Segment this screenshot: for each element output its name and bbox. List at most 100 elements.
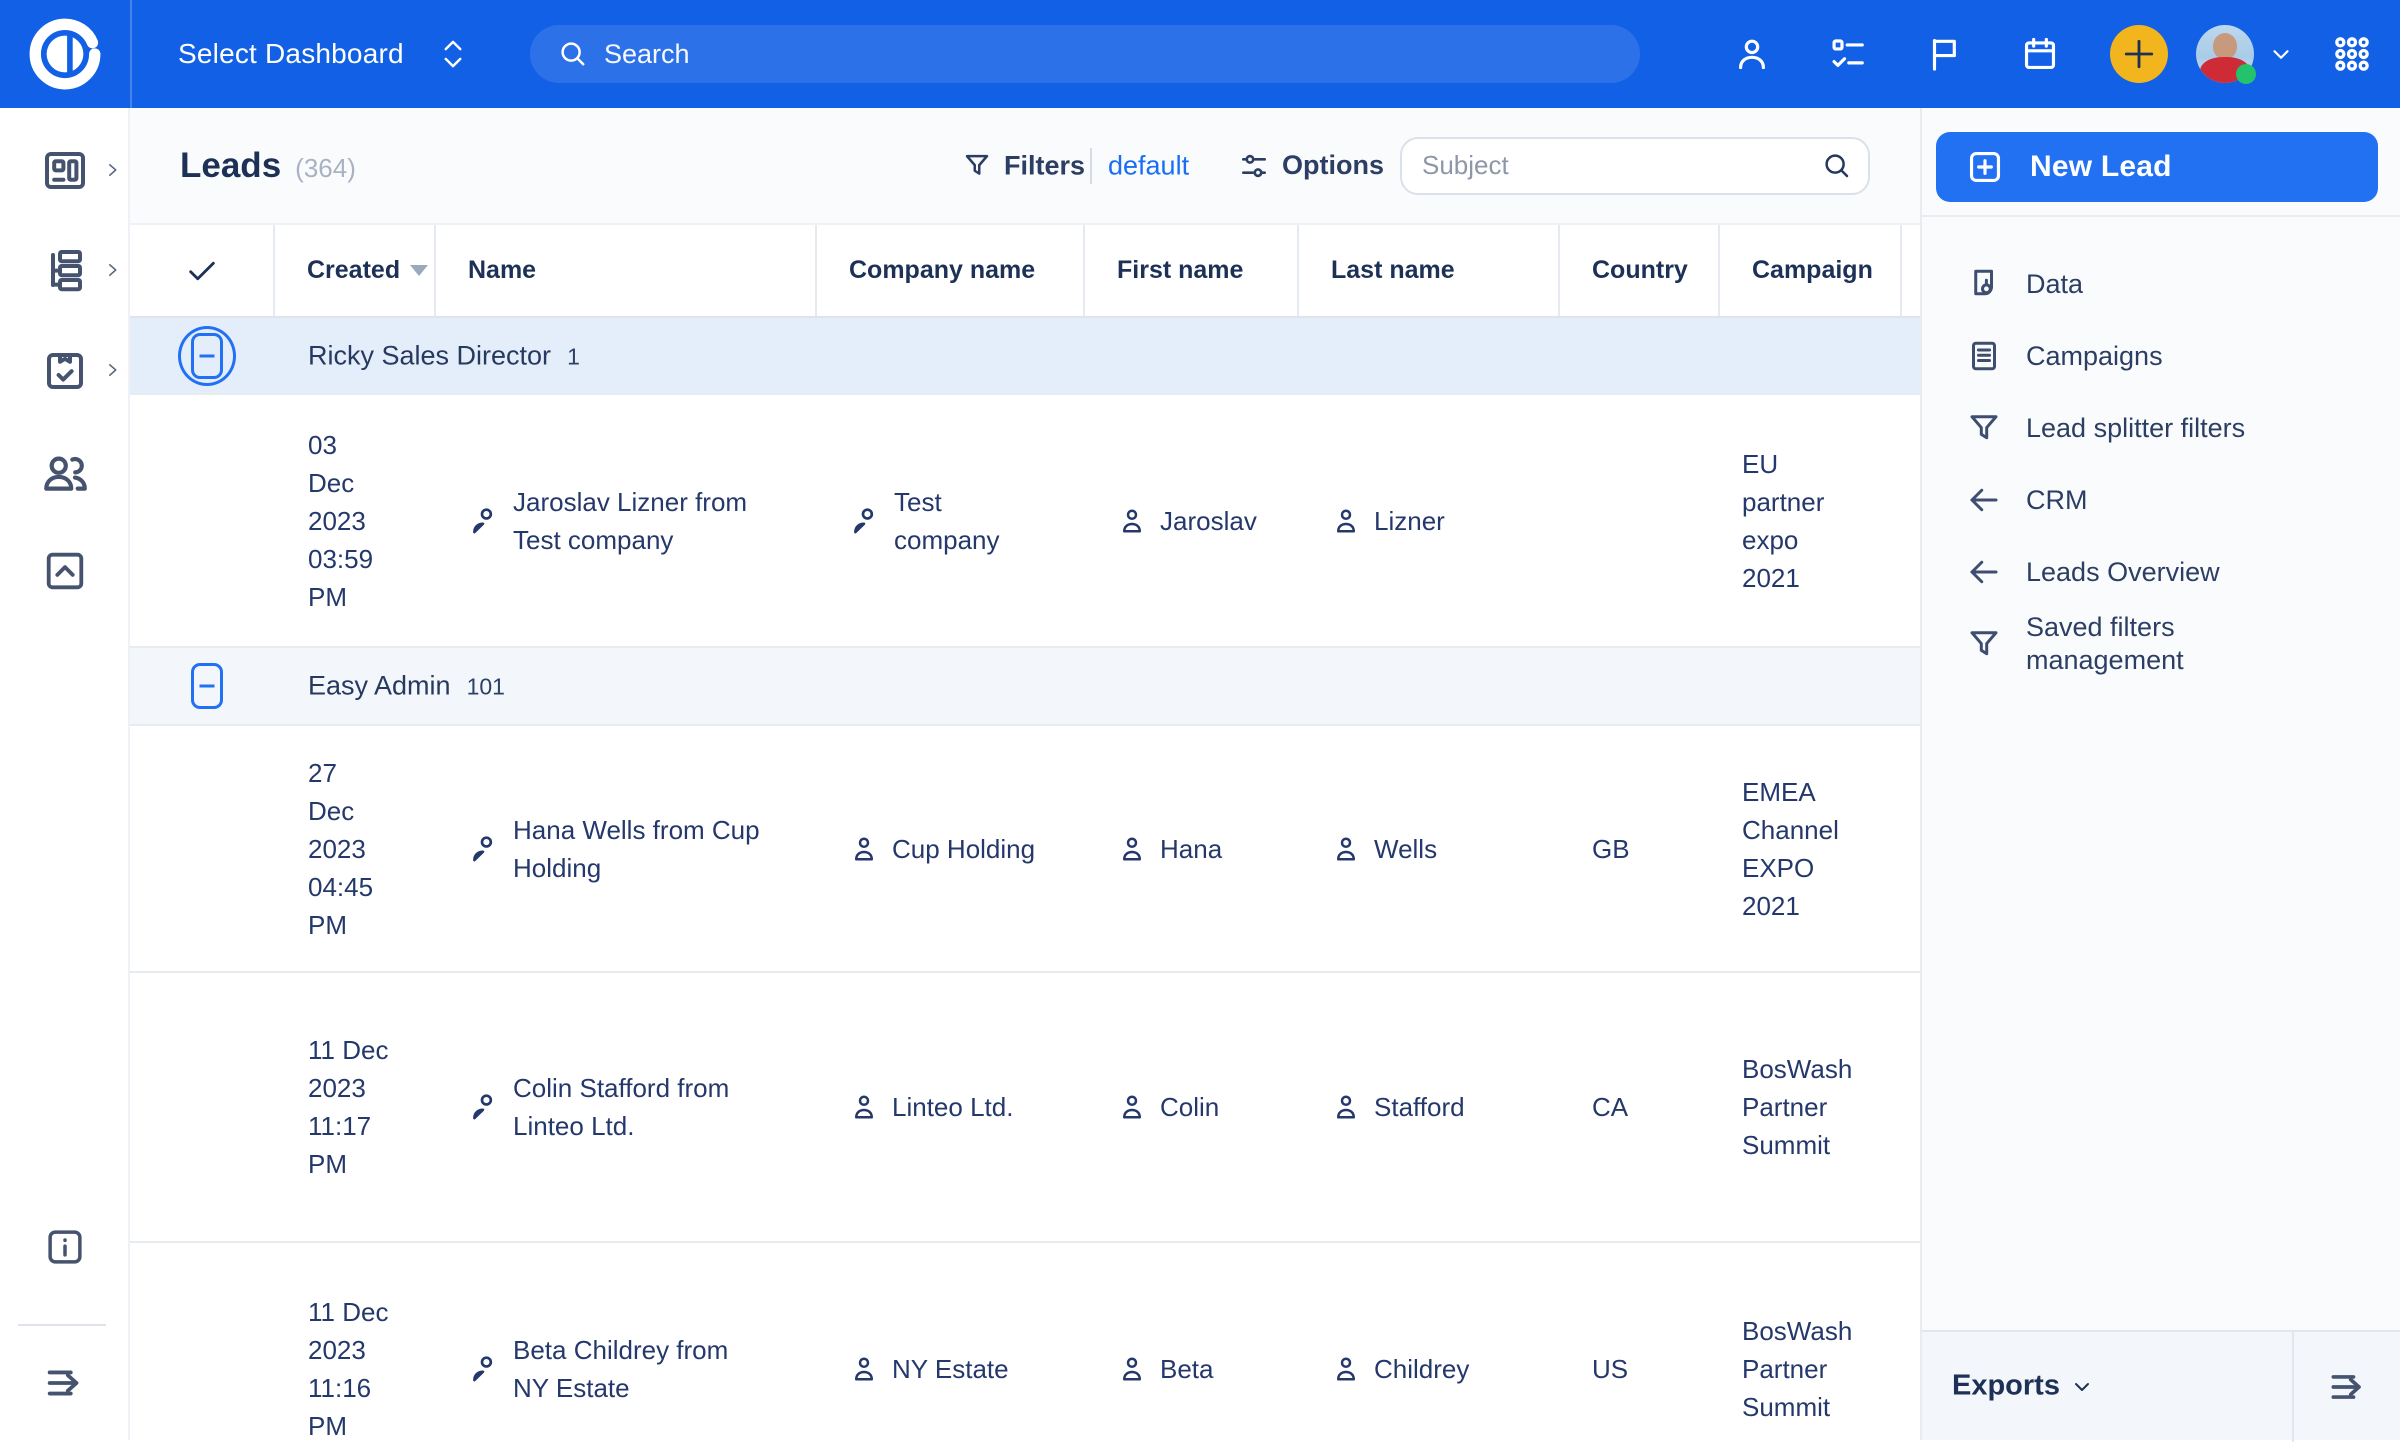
panel-divider [1922,215,2400,217]
campaign-cell: EU partner expo 2021 [1720,395,1902,646]
column-header-created[interactable]: Created [275,225,436,316]
info-icon [44,1226,86,1268]
row-select-cell[interactable] [130,395,275,646]
apps-grid-icon[interactable] [2304,0,2400,108]
table-header: Created Name Company name First name Las… [130,225,1920,318]
last-name-cell[interactable]: Stafford [1299,973,1560,1241]
company-cell[interactable]: Test company [817,395,1085,646]
person-icon [1117,834,1147,864]
chevron-down-icon [2070,1374,2094,1398]
expand-sidebar-button[interactable] [0,1360,130,1406]
filters-button[interactable]: Filters [962,150,1085,181]
menu-item-saved-filters-management[interactable]: Saved filters management [1922,608,2400,680]
subject-input[interactable] [1422,150,1822,181]
menu-item-data[interactable]: Data [1922,248,2400,320]
first-name-cell[interactable]: Jaroslav [1085,395,1299,646]
menu-item-campaigns[interactable]: Campaigns [1922,320,2400,392]
chevron-down-icon[interactable] [2268,41,2294,67]
table-row[interactable]: 27 Dec 2023 04:45 PM Hana Wells from Cup… [130,726,1920,973]
column-header-campaign[interactable]: Campaign [1720,225,1902,316]
group-row[interactable]: Easy Admin 101 [130,648,1920,726]
filters-label: Filters [1004,150,1085,181]
global-search[interactable] [530,25,1640,83]
active-filter-link[interactable]: default [1108,150,1189,181]
search-input[interactable] [604,39,1626,70]
subject-search[interactable] [1400,137,1870,195]
exports-button[interactable]: Exports [1952,1370,2094,1403]
campaign-cell: BosWash Partner Summit [1720,973,1902,1241]
group-row[interactable]: Ricky Sales Director 1 [130,318,1920,395]
person-icon [1117,1092,1147,1122]
table-row[interactable]: 11 Dec 2023 11:17 PM Colin Stafford from… [130,973,1920,1243]
minus-icon [191,333,223,379]
company-cell[interactable]: NY Estate [817,1243,1085,1440]
group-count: 101 [467,674,505,701]
select-all-header[interactable] [130,225,275,316]
plus-square-icon [1966,148,2004,186]
last-name-cell[interactable]: Childrey [1299,1243,1560,1440]
column-header-last-name[interactable]: Last name [1299,225,1560,316]
options-button[interactable]: Options [1238,150,1384,182]
calendar-icon[interactable] [1992,0,2088,108]
topbar-divider [130,0,132,108]
chevron-updown-icon [438,37,468,71]
new-lead-button[interactable]: New Lead [1936,132,2378,202]
search-icon [1822,151,1852,181]
company-cell[interactable]: Linteo Ltd. [817,973,1085,1241]
collapse-panel-button[interactable] [2294,1332,2400,1442]
last-name-cell[interactable]: Wells [1299,726,1560,971]
sliders-icon [1238,150,1270,182]
sidebar-item-dashboards[interactable] [0,146,130,194]
sidebar-item-projects[interactable] [0,246,130,294]
collapse-group-button[interactable] [178,326,236,386]
lead-person-icon [468,1353,500,1385]
online-status-dot [2236,64,2256,84]
name-cell[interactable]: Beta Childrey from NY Estate [436,1243,817,1440]
funnel-icon [1966,626,2002,662]
name-cell[interactable]: Hana Wells from Cup Holding [436,726,817,971]
row-select-cell[interactable] [130,726,275,971]
campaign-cell: BosWash Partner Summit [1720,1243,1902,1440]
data-icon [1966,266,2002,302]
row-select-cell[interactable] [130,1243,275,1440]
checklist-icon[interactable] [1800,0,1896,108]
name-cell[interactable]: Jaroslav Lizner from Test company [436,395,817,646]
user-avatar[interactable] [2196,25,2254,83]
app-logo[interactable] [0,0,130,108]
person-icon [1117,1354,1147,1384]
expand-rail-icon [42,1360,88,1406]
first-name-cell[interactable]: Beta [1085,1243,1299,1440]
name-cell[interactable]: Colin Stafford from Linteo Ltd. [436,973,817,1241]
table-row[interactable]: 11 Dec 2023 11:16 PM Beta Childrey from … [130,1243,1920,1440]
sidebar-item-users[interactable] [0,448,130,498]
row-select-cell[interactable] [130,973,275,1241]
column-header-first-name[interactable]: First name [1085,225,1299,316]
person-icon [1331,506,1361,536]
column-header-name[interactable]: Name [436,225,817,316]
first-name-cell[interactable]: Colin [1085,973,1299,1241]
table-row[interactable]: 03 Dec 2023 03:59 PM Jaroslav Lizner fro… [130,395,1920,648]
tree-icon [41,246,89,294]
first-name-cell[interactable]: Hana [1085,726,1299,971]
flag-icon[interactable] [1896,0,1992,108]
sidebar-item-tasks[interactable] [0,346,130,394]
menu-item-leads-overview[interactable]: Leads Overview [1922,536,2400,608]
menu-item-crm[interactable]: CRM [1922,464,2400,536]
sort-desc-icon [410,265,428,276]
last-name-cell[interactable]: Lizner [1299,395,1560,646]
person-icon [849,1092,879,1122]
add-icon[interactable] [2110,25,2168,83]
company-cell[interactable]: Cup Holding [817,726,1085,971]
dashboard-icon [41,146,89,194]
chevron-right-icon [103,261,121,279]
dashboard-selector[interactable]: Select Dashboard [178,0,468,108]
sidebar-item-archive[interactable] [0,548,130,594]
column-header-company[interactable]: Company name [817,225,1085,316]
created-cell: 11 Dec 2023 11:16 PM [275,1243,436,1440]
column-header-country[interactable]: Country [1560,225,1720,316]
sidebar-info-button[interactable] [0,1226,130,1268]
user-icon[interactable] [1704,0,1800,108]
collapse-group-button[interactable] [191,663,223,709]
menu-item-lead-splitter-filters[interactable]: Lead splitter filters [1922,392,2400,464]
country-cell: US [1560,1243,1720,1440]
